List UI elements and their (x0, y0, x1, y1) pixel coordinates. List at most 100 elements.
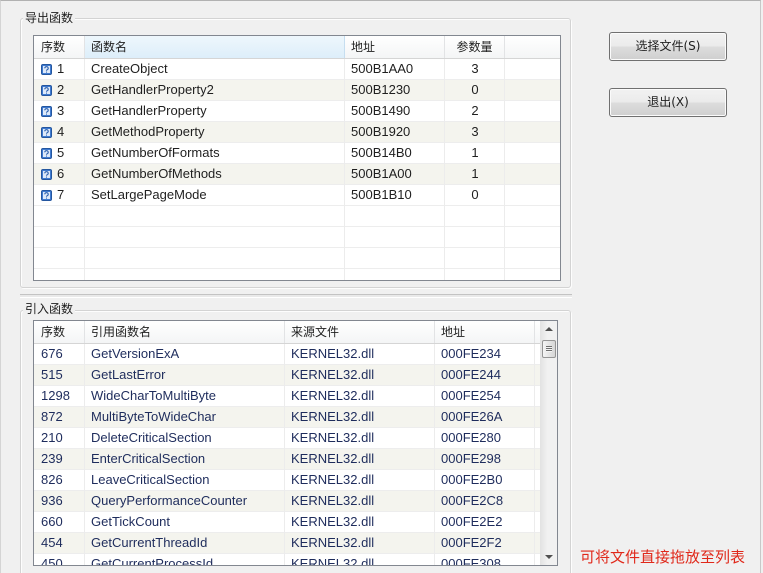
function-name-cell: CreateObject (85, 59, 345, 79)
column-header-address[interactable]: 地址 (345, 36, 445, 58)
import-row[interactable]: 826 LeaveCriticalSection KERNEL32.dll 000FE… (34, 470, 540, 491)
address-cell: 500B1230 (345, 80, 445, 100)
scroll-up-button[interactable] (541, 321, 557, 338)
source-file: KERNEL32.dll (291, 430, 375, 445)
function-icon (41, 105, 52, 117)
column-header-function-name[interactable]: 函数名 (85, 36, 345, 58)
address: 500B1A00 (351, 166, 412, 181)
export-row[interactable]: 4 GetMethodProperty 500B1920 3 (34, 122, 560, 143)
address: 500B1490 (351, 103, 411, 118)
import-row[interactable]: 515 GetLastError KERNEL32.dll 000FE244 (34, 365, 540, 386)
import-row[interactable]: 454 GetCurrentThreadId KERNEL32.dll 000FE2F… (34, 533, 540, 554)
address: 000FE308 (441, 556, 501, 566)
import-function-name-cell: GetLastError (85, 365, 285, 385)
import-row[interactable]: 1298 WideCharToMultiByte KERNEL32.dll 000FE… (34, 386, 540, 407)
function-icon (41, 84, 52, 96)
source-file-cell: KERNEL32.dll (285, 491, 435, 511)
import-row[interactable]: 239 EnterCriticalSection KERNEL32.dll 000FE… (34, 449, 540, 470)
column-header-import-name[interactable]: 引用函数名 (85, 321, 285, 343)
column-header-address[interactable]: 地址 (435, 321, 535, 343)
column-header-filler (505, 36, 560, 58)
param-count: 2 (471, 103, 479, 118)
param-count: 3 (471, 124, 479, 139)
import-row[interactable]: 676 GetVersionExA KERNEL32.dll 000FE234 (34, 344, 540, 365)
source-file-cell: KERNEL32.dll (285, 554, 435, 565)
column-header-source-file[interactable]: 来源文件 (285, 321, 435, 343)
address-cell: 000FE2E2 (435, 512, 535, 532)
ordinal: 676 (41, 346, 63, 361)
import-function-name-cell: GetTickCount (85, 512, 285, 532)
source-file: KERNEL32.dll (291, 514, 375, 529)
ordinal: 210 (41, 430, 63, 445)
ordinal: 6 (57, 166, 65, 181)
address-cell: 000FE26A (435, 407, 535, 427)
import-row[interactable]: 936 QueryPerformanceCounter KERNEL32.dll 00… (34, 491, 540, 512)
ordinal-cell: 936 (34, 491, 85, 511)
chevron-down-icon (545, 555, 553, 559)
ordinal: 2 (57, 82, 65, 97)
import-row[interactable]: 872 MultiByteToWideChar KERNEL32.dll 000FE2… (34, 407, 540, 428)
ordinal-cell: 826 (34, 470, 85, 490)
source-file: KERNEL32.dll (291, 367, 375, 382)
address-cell: 000FE298 (435, 449, 535, 469)
import-functions-title: 引入函数 (23, 302, 76, 316)
column-header-ordinal[interactable]: 序数 (34, 36, 85, 58)
ordinal: 3 (57, 103, 65, 118)
export-row[interactable]: 5 GetNumberOfFormats 500B14B0 1 (34, 143, 560, 164)
import-function-name: LeaveCriticalSection (91, 472, 210, 487)
ordinal-cell: 660 (34, 512, 85, 532)
import-function-name-cell: MultiByteToWideChar (85, 407, 285, 427)
ordinal: 826 (41, 472, 63, 487)
param-count: 0 (471, 187, 479, 202)
ordinal: 450 (41, 556, 63, 566)
address: 000FE234 (441, 346, 501, 361)
export-functions-title: 导出函数 (23, 11, 76, 25)
address: 000FE298 (441, 451, 501, 466)
import-functions-list[interactable]: 序数 引用函数名 来源文件 地址 676 GetVersionExA KERNEL3… (33, 320, 558, 566)
address: 500B14B0 (351, 145, 412, 160)
ordinal: 660 (41, 514, 63, 529)
export-row[interactable]: 2 GetHandlerProperty2 500B1230 0 (34, 80, 560, 101)
ordinal: 5 (57, 145, 65, 160)
import-function-name-cell: EnterCriticalSection (85, 449, 285, 469)
ordinal-cell: 3 (34, 101, 85, 121)
ordinal: 936 (41, 493, 63, 508)
param-count: 3 (471, 61, 479, 76)
import-row[interactable]: 450 GetCurrentProcessId KERNEL32.dll 000FE3… (34, 554, 540, 566)
group-splitter[interactable] (20, 294, 572, 298)
ordinal-cell: 1298 (34, 386, 85, 406)
column-header-param-count[interactable]: 参数量 (445, 36, 505, 58)
source-file-cell: KERNEL32.dll (285, 470, 435, 490)
address: 000FE280 (441, 430, 501, 445)
ordinal-cell: 872 (34, 407, 85, 427)
address-cell: 500B1B10 (345, 185, 445, 205)
scroll-thumb[interactable] (542, 340, 556, 358)
export-row[interactable]: 6 GetNumberOfMethods 500B1A00 1 (34, 164, 560, 185)
select-file-button[interactable]: 选择文件(S) (609, 32, 727, 61)
import-function-name-cell: GetCurrentProcessId (85, 554, 285, 565)
import-row[interactable]: 660 GetTickCount KERNEL32.dll 000FE2E2 (34, 512, 540, 533)
address: 000FE254 (441, 388, 501, 403)
scroll-down-button[interactable] (541, 548, 557, 565)
import-row[interactable]: 210 DeleteCriticalSection KERNEL32.dll 000F… (34, 428, 540, 449)
source-file-cell: KERNEL32.dll (285, 449, 435, 469)
import-function-name: GetCurrentThreadId (91, 535, 208, 550)
function-name-cell: GetNumberOfMethods (85, 164, 345, 184)
export-row[interactable]: 3 GetHandlerProperty 500B1490 2 (34, 101, 560, 122)
import-function-name: GetTickCount (91, 514, 170, 529)
source-file-cell: KERNEL32.dll (285, 533, 435, 553)
export-functions-list[interactable]: 序数 函数名 地址 参数量 1 CreateObject 500B1AA0 3 2 Get… (33, 35, 561, 281)
import-function-name: EnterCriticalSection (91, 451, 206, 466)
function-icon (41, 189, 52, 201)
param-count-cell: 3 (445, 122, 505, 142)
column-header-ordinal[interactable]: 序数 (34, 321, 85, 343)
export-row[interactable]: 7 SetLargePageMode 500B1B10 0 (34, 185, 560, 206)
import-list-scrollbar[interactable] (540, 321, 557, 565)
param-count-cell: 3 (445, 59, 505, 79)
address-cell: 000FE2F2 (435, 533, 535, 553)
exit-button[interactable]: 退出(X) (609, 88, 727, 117)
address: 500B1AA0 (351, 61, 414, 76)
ordinal-cell: 450 (34, 554, 85, 566)
export-row[interactable]: 1 CreateObject 500B1AA0 3 (34, 59, 560, 80)
function-icon (41, 147, 52, 159)
